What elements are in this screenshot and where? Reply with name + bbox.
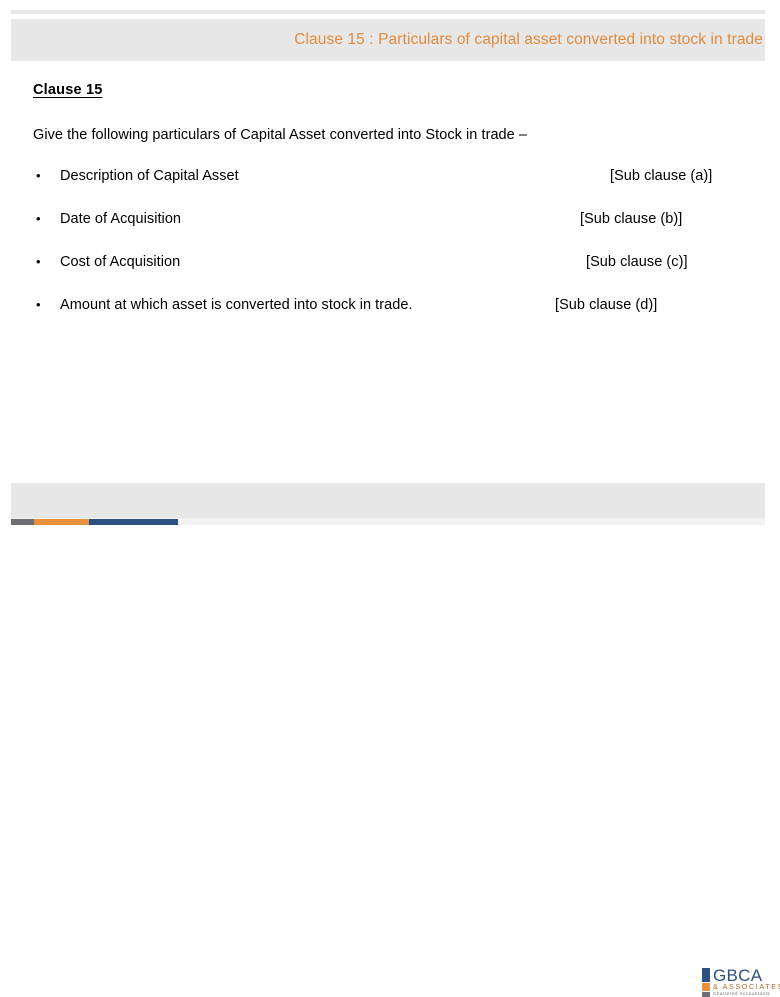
bullet-point-icon: •	[36, 254, 41, 269]
list-item: • Cost of Acquisition [Sub clause (c)]	[0, 252, 780, 295]
footer-strip-segment-gray	[11, 519, 34, 525]
slide-footer-band: GBCA & ASSOCIATES Chartered Accountants	[11, 483, 780, 997]
list-item-label: Cost of Acquisition	[60, 254, 181, 270]
footer-strip-segment-orange	[34, 519, 89, 525]
logo-tagline: Chartered Accountants	[713, 991, 771, 996]
list-item: • Amount at which asset is converted int…	[0, 295, 780, 338]
clause-intro-text: Give the following particulars of Capita…	[33, 127, 527, 143]
bullet-point-icon: •	[36, 211, 41, 226]
particulars-list: • Description of Capital Asset [Sub clau…	[0, 166, 780, 338]
list-item-subclause-ref: [Sub clause (b)]	[580, 211, 683, 227]
slide-header-band: Clause 15 : Particulars of capital asset…	[11, 19, 765, 61]
logo-name: GBCA	[713, 966, 763, 985]
logo-bar-orange	[702, 983, 710, 991]
logo-subtitle: & ASSOCIATES	[713, 982, 780, 991]
slide-body: Clause 15 Give the following particulars…	[0, 61, 780, 483]
page-title: Clause 15 : Particulars of capital asset…	[294, 31, 763, 49]
list-item: • Description of Capital Asset [Sub clau…	[0, 166, 780, 209]
list-item-label: Amount at which asset is converted into …	[60, 297, 413, 313]
logo-color-bars-icon	[702, 968, 710, 997]
clause-heading: Clause 15	[33, 82, 103, 98]
logo-bar-gray	[702, 992, 710, 997]
list-item-label: Description of Capital Asset	[60, 168, 239, 184]
slide-canvas: Clause 15 : Particulars of capital asset…	[0, 0, 780, 997]
gbca-logo: GBCA & ASSOCIATES Chartered Accountants	[702, 966, 780, 997]
list-item-subclause-ref: [Sub clause (d)]	[555, 297, 658, 313]
list-item: • Date of Acquisition [Sub clause (b)]	[0, 209, 780, 252]
list-item-subclause-ref: [Sub clause (c)]	[586, 254, 688, 270]
footer-strip-segment-blue	[89, 519, 178, 525]
bullet-point-icon: •	[36, 168, 41, 183]
top-divider-rule	[11, 10, 765, 14]
list-item-label: Date of Acquisition	[60, 211, 182, 227]
logo-bar-blue	[702, 968, 710, 982]
bullet-point-icon: •	[36, 297, 41, 312]
list-item-subclause-ref: [Sub clause (a)]	[610, 168, 713, 184]
